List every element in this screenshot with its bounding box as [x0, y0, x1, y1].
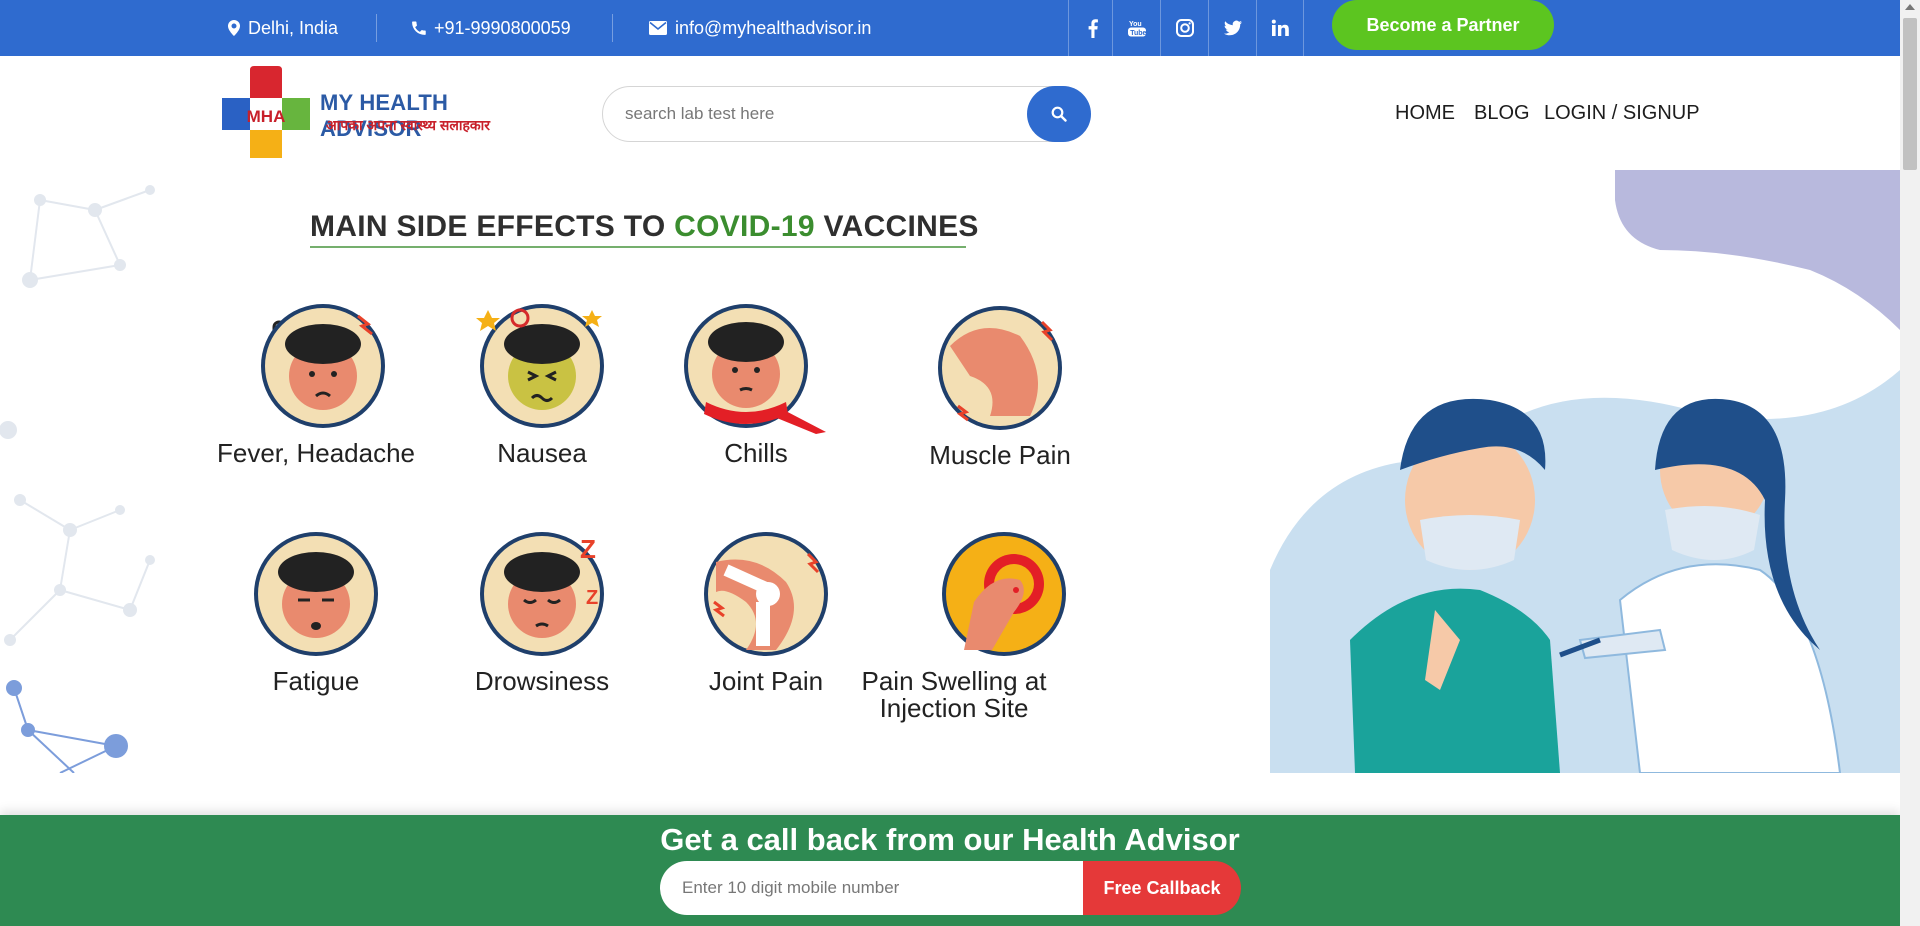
search-box [602, 86, 1090, 142]
youtube-icon[interactable]: You Tube [1112, 0, 1160, 56]
header: MHA MY HEALTH ADVISOR आपका अपना स्वास्थ्… [0, 56, 1900, 170]
location-info: Delhi, India [228, 0, 338, 56]
effect-injection-site: Pain Swelling at Injection Site [862, 532, 1124, 722]
svg-text:Tube: Tube [1130, 30, 1146, 37]
twitter-icon[interactable] [1208, 0, 1256, 56]
nav-blog[interactable]: BLOG [1474, 102, 1530, 125]
mobile-number-input[interactable] [660, 861, 1090, 915]
effect-label: Muscle Pain [929, 440, 1071, 470]
vaccination-illustration [1270, 170, 1900, 773]
divider [612, 14, 613, 42]
map-marker-icon [228, 20, 240, 36]
search-input[interactable] [625, 87, 1005, 141]
fatigue-icon [254, 532, 378, 656]
svg-text:Z: Z [580, 534, 596, 564]
muscle-pain-icon [938, 306, 1062, 430]
fever-icon [261, 304, 385, 428]
effect-fever-headache: Fever, Headache [196, 304, 436, 467]
hero-title-highlight: COVID-19 [674, 210, 815, 243]
hero-banner: MAIN SIDE EFFECTS TO COVID-19 VACCINES F… [0, 170, 1900, 773]
effect-label: Pain Swelling at Injection Site [861, 666, 1047, 723]
search-icon [1051, 106, 1067, 122]
hero-title-part2: VACCINES [814, 210, 979, 243]
effect-muscle-pain: Muscle Pain [880, 306, 1120, 469]
effect-label: Nausea [497, 438, 587, 468]
location-text: Delhi, India [248, 17, 339, 38]
phone-icon [412, 21, 426, 35]
instagram-icon[interactable] [1160, 0, 1208, 56]
nav-login-signup[interactable]: LOGIN / SIGNUP [1544, 102, 1700, 125]
search-button[interactable] [1027, 86, 1091, 142]
effect-chills: Chills [636, 304, 876, 467]
envelope-icon [649, 21, 667, 35]
logo-tagline: आपका अपना स्वास्थ्य सलाहकार [326, 117, 491, 133]
svg-text:Z: Z [586, 587, 598, 609]
effect-nausea: Nausea [422, 304, 662, 467]
chills-icon [684, 304, 826, 434]
top-bar: Delhi, India +91-9990800059 info@myhealt… [0, 0, 1900, 56]
effect-drowsiness: Z Z Drowsiness [422, 532, 662, 695]
effect-label: Drowsiness [474, 666, 610, 696]
molecule-decoration [0, 185, 155, 773]
callback-title: Get a call back from our Health Advisor [660, 822, 1240, 857]
phone-info[interactable]: +91-9990800059 [412, 0, 571, 56]
injection-site-icon [942, 532, 1066, 656]
free-callback-button[interactable]: Free Callback [1083, 861, 1241, 915]
nausea-icon [476, 304, 604, 428]
divider [376, 14, 377, 42]
hero-title-part1: MAIN SIDE EFFECTS TO [310, 210, 675, 243]
effect-label: Fatigue [272, 666, 360, 696]
joint-pain-icon [704, 532, 828, 656]
logo-initials: MHA [247, 107, 286, 126]
svg-text:You: You [1129, 21, 1142, 28]
site-logo[interactable]: MHA MY HEALTH ADVISOR आपका अपना स्वास्थ्… [216, 64, 526, 164]
callback-section: Get a call back from our Health Advisor … [0, 815, 1900, 926]
page-scrollbar[interactable] [1900, 0, 1920, 926]
scroll-thumb[interactable] [1903, 18, 1917, 170]
facebook-icon[interactable] [1068, 0, 1116, 56]
phone-text: +91-9990800059 [434, 17, 571, 38]
drowsiness-icon: Z Z [480, 532, 604, 656]
linkedin-icon[interactable] [1256, 0, 1304, 56]
nav-home[interactable]: HOME [1395, 102, 1455, 125]
effect-fatigue: Fatigue [196, 532, 436, 695]
effect-label: Fever, Headache [216, 438, 415, 468]
hero-title: MAIN SIDE EFFECTS TO COVID-19 VACCINES [310, 210, 979, 244]
effect-label: Chills [724, 438, 788, 468]
logo-cross-icon: MHA [222, 66, 310, 158]
scroll-up-arrow-icon[interactable] [1905, 4, 1915, 10]
email-info[interactable]: info@myhealthadvisor.in [649, 0, 871, 56]
email-text: info@myhealthadvisor.in [675, 17, 872, 38]
title-underline [310, 246, 966, 248]
become-partner-button[interactable]: Become a Partner [1332, 0, 1554, 50]
